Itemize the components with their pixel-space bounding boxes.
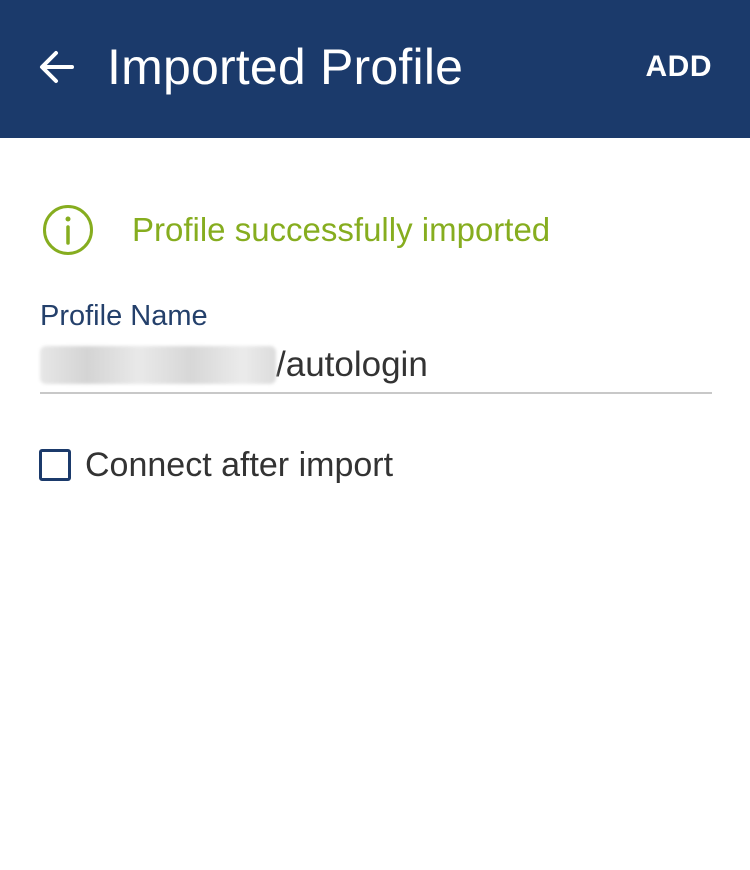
- profile-name-label: Profile Name: [40, 300, 208, 332]
- import-status: Profile successfully imported: [42, 204, 550, 256]
- redacted-host: [40, 346, 276, 384]
- profile-name-value: /autologin: [276, 345, 428, 384]
- app-bar: Imported Profile ADD: [0, 0, 750, 138]
- profile-name-input[interactable]: /autologin: [40, 338, 712, 394]
- main-content: Profile successfully imported Profile Na…: [0, 138, 750, 870]
- page-title: Imported Profile: [107, 39, 464, 95]
- status-message: Profile successfully imported: [132, 211, 551, 248]
- info-circle-icon: [42, 204, 94, 256]
- back-button[interactable]: [34, 44, 80, 90]
- connect-after-import-checkbox[interactable]: [39, 449, 71, 481]
- arrow-left-icon: [40, 51, 74, 83]
- connect-after-import-option[interactable]: Connect after import: [39, 444, 393, 486]
- connect-after-import-label: Connect after import: [85, 446, 394, 484]
- add-button[interactable]: ADD: [646, 47, 713, 87]
